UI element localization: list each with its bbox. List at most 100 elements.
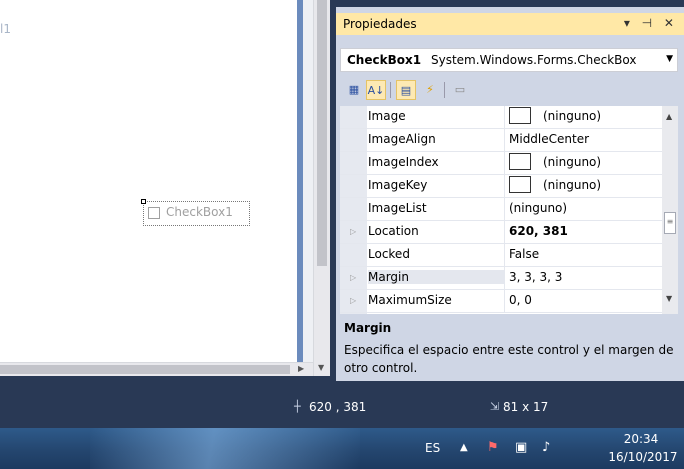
window-buttons[interactable]: ▾ ⊣ ✕ — [624, 16, 678, 30]
property-name: ImageList — [368, 201, 427, 215]
image-swatch — [509, 153, 531, 170]
property-value[interactable]: False — [509, 247, 539, 261]
column-divider — [504, 290, 505, 313]
property-value-text: (ninguno) — [543, 178, 602, 192]
property-value[interactable]: (ninguno) — [509, 176, 602, 193]
property-name: ImageKey — [368, 178, 428, 192]
property-value[interactable]: (ninguno) — [509, 201, 567, 215]
description-text: Especifica el espacio entre este control… — [344, 343, 674, 375]
volume-icon[interactable]: ♪ — [542, 440, 550, 455]
checkbox-square-icon — [148, 207, 160, 219]
move-handle[interactable] — [141, 199, 146, 204]
property-row[interactable]: ▷ Margin 3, 3, 3, 3 — [340, 267, 662, 290]
scrollbar-thumb[interactable] — [0, 365, 290, 374]
action-center-icon[interactable]: ⚑ — [487, 440, 499, 455]
property-value[interactable]: (ninguno) — [509, 153, 602, 170]
column-divider — [504, 221, 505, 244]
column-divider — [504, 106, 505, 129]
scroll-down-arrow-icon[interactable]: ▼ — [318, 364, 324, 372]
property-row[interactable]: Locked False — [340, 244, 662, 267]
column-divider — [504, 267, 505, 290]
property-name: Image — [368, 109, 406, 123]
scroll-up-arrow-icon[interactable]: ▲ — [666, 112, 672, 121]
toolbar-separator — [390, 82, 391, 98]
checkbox1-control[interactable]: CheckBox1 — [141, 199, 250, 226]
properties-title: Propiedades — [343, 17, 417, 31]
properties-icon[interactable]: ▤ — [396, 80, 416, 100]
categorized-icon[interactable]: ▦ — [344, 80, 364, 100]
property-value-text: MiddleCenter — [509, 132, 590, 146]
property-name: Location — [368, 224, 419, 238]
property-value-text: (ninguno) — [543, 155, 602, 169]
column-divider — [504, 129, 505, 152]
expand-arrow-icon[interactable]: ▷ — [350, 227, 356, 236]
designer-gap — [303, 0, 313, 362]
alphabetical-icon[interactable]: A↓ — [366, 80, 386, 100]
property-row[interactable]: ImageList (ninguno) — [340, 198, 662, 221]
property-row[interactable]: ImageIndex (ninguno) — [340, 152, 662, 175]
object-selector-dropdown[interactable]: CheckBox1 System.Windows.Forms.CheckBox … — [340, 48, 678, 72]
property-value[interactable]: 3, 3, 3, 3 — [509, 270, 562, 284]
property-name: Margin — [368, 270, 504, 284]
property-value-text: (ninguno) — [509, 201, 568, 215]
description-panel: Margin Especifica el espacio entre este … — [340, 317, 678, 381]
clock-date[interactable]: 16/10/2017 — [605, 450, 681, 464]
status-bar: ┼ 620 , 381 ⇲ 81 x 17 — [0, 388, 684, 428]
property-grid: Image (ninguno) ImageAlign MiddleCenter Imag… — [340, 106, 678, 314]
image-swatch — [509, 107, 531, 124]
taskbar-glow — [90, 428, 360, 469]
property-name: MaximumSize — [368, 293, 452, 307]
property-value[interactable]: (ninguno) — [509, 107, 602, 124]
column-divider — [504, 198, 505, 221]
property-name: Locked — [368, 247, 410, 261]
position-readout: 620 , 381 — [309, 400, 367, 414]
expand-arrow-icon[interactable]: ▷ — [350, 273, 356, 282]
scrollbar-thumb[interactable]: ≡ — [664, 212, 676, 234]
property-value-text: 3, 3, 3, 3 — [509, 270, 563, 284]
scroll-right-arrow-icon[interactable]: ▶ — [298, 364, 304, 373]
properties-title-bar[interactable]: Propiedades ▾ ⊣ ✕ — [336, 13, 684, 35]
scroll-down-arrow-icon[interactable]: ▼ — [666, 294, 672, 303]
property-value-text: False — [509, 247, 540, 261]
network-icon[interactable]: ▣ — [515, 440, 527, 455]
chevron-down-icon[interactable]: ▼ — [666, 54, 673, 64]
language-indicator[interactable]: ES — [425, 441, 440, 455]
description-title: Margin — [344, 321, 392, 335]
property-value[interactable]: 0, 0 — [509, 293, 532, 307]
grid-vertical-scrollbar[interactable]: ▲ ≡ ▼ — [662, 106, 678, 314]
form-designer-surface[interactable]: l1 CheckBox1 — [0, 0, 297, 362]
size-readout: 81 x 17 — [503, 400, 549, 414]
size-icon: ⇲ — [490, 400, 500, 413]
show-hidden-icons-icon[interactable]: ▲ — [460, 442, 468, 453]
designer-horizontal-scrollbar[interactable]: ▶ — [0, 362, 313, 376]
selected-object-type: System.Windows.Forms.CheckBox — [431, 53, 637, 67]
checkbox-label: CheckBox1 — [166, 205, 233, 219]
position-icon: ┼ — [294, 400, 301, 413]
property-value[interactable]: MiddleCenter — [509, 132, 589, 146]
property-row[interactable]: ▷ Location 620, 381 — [340, 221, 662, 244]
property-pages-icon[interactable]: ▭ — [450, 80, 470, 100]
column-divider — [504, 152, 505, 175]
property-value[interactable]: 620, 381 — [509, 224, 568, 238]
designer-vertical-scrollbar[interactable]: ▼ — [313, 0, 330, 376]
scrollbar-thumb[interactable] — [317, 0, 327, 266]
image-swatch — [509, 176, 531, 193]
column-divider — [504, 244, 505, 267]
property-value-text: 620, 381 — [509, 224, 568, 238]
property-row[interactable]: Image (ninguno) — [340, 106, 662, 129]
properties-toolbar: ▦ A↓ ▤ ⚡ ▭ — [340, 77, 678, 103]
property-value-text: 0, 0 — [509, 293, 532, 307]
properties-window: Propiedades ▾ ⊣ ✕ CheckBox1 System.Windo… — [336, 7, 684, 381]
property-row[interactable]: ▷ MaximumSize 0, 0 — [340, 290, 662, 313]
property-row[interactable]: ImageAlign MiddleCenter — [340, 129, 662, 152]
expand-arrow-icon[interactable]: ▷ — [350, 296, 356, 305]
clock-time[interactable]: 20:34 — [611, 432, 671, 446]
windows-taskbar: ES ▲ ⚑ ▣ ♪ 20:34 16/10/2017 — [0, 428, 684, 469]
toolbar-separator — [444, 82, 445, 98]
property-value-text: (ninguno) — [543, 109, 602, 123]
property-row[interactable]: ImageKey (ninguno) — [340, 175, 662, 198]
selected-object-name: CheckBox1 — [347, 53, 422, 67]
events-icon[interactable]: ⚡ — [420, 80, 440, 100]
column-divider — [504, 175, 505, 198]
property-name: ImageAlign — [368, 132, 436, 146]
